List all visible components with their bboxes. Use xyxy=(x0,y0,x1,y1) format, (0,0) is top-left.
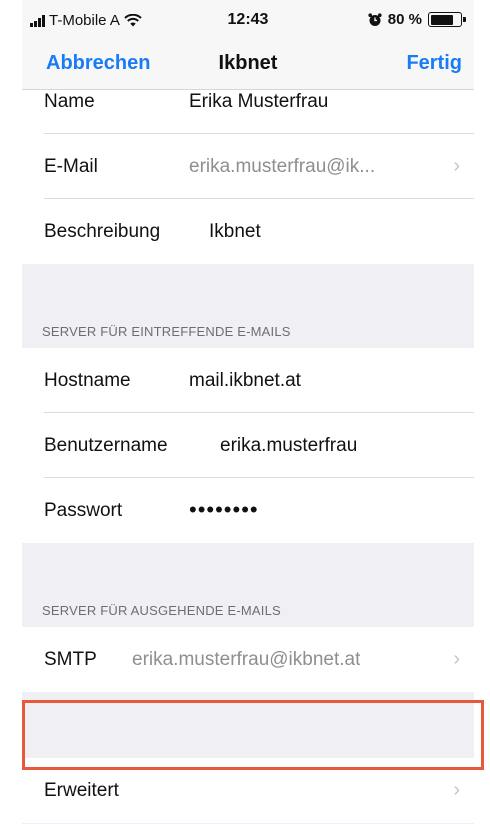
battery-icon xyxy=(428,12,466,27)
email-value: erika.musterfrau@ik... xyxy=(189,156,376,177)
navigation-bar: Abbrechen Ikbnet Fertig xyxy=(22,38,474,90)
password-field[interactable]: •••••••• xyxy=(189,497,259,523)
name-row[interactable]: Name Erika Musterfrau xyxy=(44,90,474,134)
outgoing-server-group: SMTP erika.musterfrau@ikbnet.at › xyxy=(22,627,474,692)
incoming-server-header: SERVER FÜR EINTREFFENDE E-MAILS xyxy=(42,324,291,339)
hostname-label: Hostname xyxy=(44,370,131,391)
advanced-label: Erweitert xyxy=(44,780,119,801)
smtp-row[interactable]: SMTP erika.musterfrau@ikbnet.at › xyxy=(44,627,474,692)
account-group: Name Erika Musterfrau E-Mail erika.muste… xyxy=(22,90,474,264)
username-value[interactable]: erika.musterfrau xyxy=(220,435,357,457)
name-value[interactable]: Erika Musterfrau xyxy=(189,91,328,113)
chevron-right-icon: › xyxy=(453,155,460,177)
chevron-right-icon: › xyxy=(453,648,460,670)
done-button[interactable]: Fertig xyxy=(406,52,462,75)
username-label: Benutzername xyxy=(44,435,168,456)
battery-percent: 80 % xyxy=(387,11,422,28)
incoming-server-group: Hostname mail.ikbnet.at Benutzername eri… xyxy=(22,348,474,543)
smtp-value: erika.musterfrau@ikbnet.at xyxy=(132,649,361,670)
outgoing-server-header: SERVER FÜR AUSGEHENDE E-MAILS xyxy=(42,603,281,618)
hostname-value[interactable]: mail.ikbnet.at xyxy=(189,370,301,392)
smtp-label: SMTP xyxy=(44,649,97,670)
status-bar: T-Mobile A 12:43 80 % xyxy=(22,0,474,38)
chevron-right-icon: › xyxy=(453,779,460,801)
username-row[interactable]: Benutzername erika.musterfrau xyxy=(44,413,474,478)
password-label: Passwort xyxy=(44,500,123,521)
email-label: E-Mail xyxy=(44,156,98,177)
alarm-icon xyxy=(368,12,382,26)
password-row[interactable]: Passwort •••••••• xyxy=(44,478,474,543)
description-label: Beschreibung xyxy=(44,221,161,242)
phone-screenshot: T-Mobile A 12:43 80 % Abbrechen Ikbnet F… xyxy=(0,0,490,824)
description-row[interactable]: Beschreibung Ikbnet xyxy=(44,199,474,264)
email-row[interactable]: E-Mail erika.musterfrau@ik... › xyxy=(44,134,474,199)
hostname-row[interactable]: Hostname mail.ikbnet.at xyxy=(44,348,474,413)
name-label: Name xyxy=(44,91,95,112)
advanced-highlight-box xyxy=(22,700,484,770)
description-value[interactable]: Ikbnet xyxy=(209,221,261,243)
status-right: 80 % xyxy=(368,11,466,28)
